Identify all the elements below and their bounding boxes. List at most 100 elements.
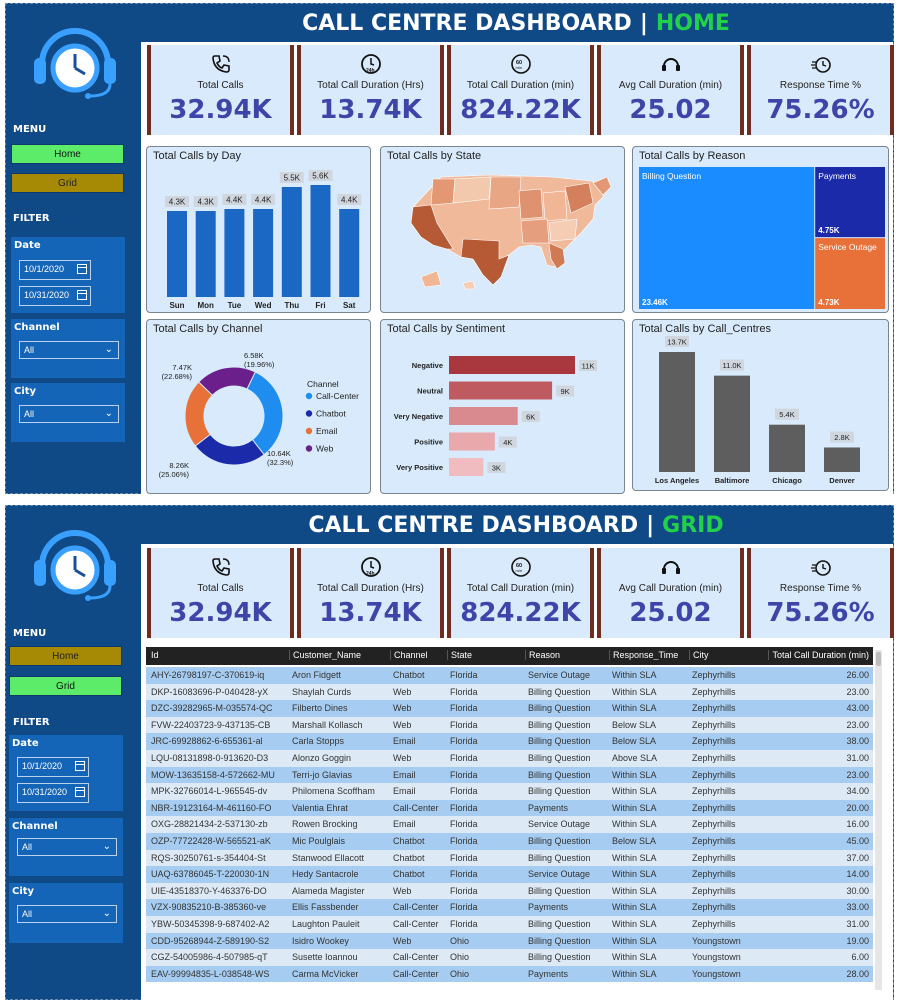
table-row[interactable]: AHY-26798197-C-370619-iq Aron Fidgett Chat…	[146, 667, 873, 684]
column-header[interactable]: Id	[151, 650, 159, 660]
calls-by-centre-chart: 13.7K Los Angeles 11.0K Baltimore 5.4K Chicag…	[655, 336, 860, 485]
calendar-icon[interactable]	[75, 761, 85, 771]
table-cell: Service Outage	[528, 819, 591, 830]
filter-label: FILTER	[13, 213, 50, 224]
kpi-icon-wrap	[751, 53, 890, 73]
table-cell: Mic Poulglais	[292, 836, 346, 846]
table-row[interactable]: MPK-32766014-L-965545-dv Philomena Scoffh…	[146, 783, 873, 800]
calendar-icon[interactable]	[77, 264, 87, 274]
table-cell: Within SLA	[612, 869, 657, 880]
centre-bar[interactable]	[659, 352, 695, 472]
nav-grid-button[interactable]: Grid	[9, 676, 122, 696]
city-select[interactable]: All ⌄	[17, 905, 117, 923]
centre-bar[interactable]	[824, 447, 860, 472]
table-row[interactable]: VZX-90835210-B-385360-ve Ellis Fassbender…	[146, 899, 873, 916]
table-cell: Florida	[450, 836, 478, 846]
table-cell: 28.00	[846, 968, 869, 979]
channel-select[interactable]: All ⌄	[17, 838, 117, 856]
day-bar[interactable]	[339, 209, 360, 297]
data-label: 11K	[582, 362, 595, 371]
table-row[interactable]: DKP-16083696-P-040428-yX Shaylah Curds Web…	[146, 683, 873, 701]
table-cell: 43.00	[846, 703, 869, 714]
kpi-value: 824.22K	[460, 95, 581, 125]
table-row[interactable]: FVW-22403723-9-437135-CB Marshall Kollasc…	[146, 716, 873, 734]
calendar-icon[interactable]	[77, 290, 87, 300]
sentiment-bar[interactable]	[449, 407, 518, 425]
table-cell: Within SLA	[612, 786, 657, 797]
column-header[interactable]: Response_Time	[609, 650, 678, 660]
table-row[interactable]: YBW-50345398-9-687402-A2 Laughton Pauleit…	[146, 916, 873, 933]
nav-home-button[interactable]: Home	[9, 646, 122, 666]
legend-item[interactable]: Chatbot	[316, 409, 346, 419]
column-header[interactable]: Total Call Duration (min)	[768, 650, 869, 660]
table-cell: Web	[393, 703, 412, 714]
day-bar[interactable]	[253, 209, 274, 297]
day-bar[interactable]	[281, 187, 302, 297]
table-row[interactable]: UIE-43518370-Y-463376-DO Alameda Magister…	[146, 882, 873, 900]
table-cell: Ellis Fassbender	[292, 902, 359, 913]
table-row[interactable]: EAV-99994835-L-038548-WS Carma McVicker Ca…	[146, 965, 873, 983]
channel-select[interactable]: All ⌄	[19, 341, 119, 359]
table-row[interactable]: DZC-39282965-M-035574-QC Filberto Dines We…	[146, 700, 873, 717]
sentiment-bar[interactable]	[449, 356, 575, 374]
column-header[interactable]: Reason	[525, 650, 560, 660]
table-row[interactable]: LQU-08131898-0-913620-D3 Alonzo Goggin Web…	[146, 750, 873, 767]
table-cell: Chatbot	[393, 670, 425, 680]
day-bar[interactable]	[167, 211, 187, 297]
sentiment-bar[interactable]	[449, 381, 553, 400]
slice-pct-label: (19.96%)	[244, 360, 275, 369]
city-filter: City All ⌄	[11, 383, 125, 442]
table-row[interactable]: NBR-19123164-M-461160-FO Valentia Ehrat Ca…	[146, 799, 873, 817]
column-header[interactable]: State	[447, 650, 472, 660]
table-row[interactable]: OXG-28821434-2-537130-zb Rowen Brocking Em…	[146, 816, 873, 833]
legend-item[interactable]: Email	[316, 426, 337, 436]
city-select[interactable]: All ⌄	[19, 405, 119, 423]
table-row[interactable]: JRC-69928862-6-655361-al Carla Stopps Emai…	[146, 733, 873, 750]
date-from-value: 10/1/2020	[22, 761, 63, 771]
table-cell: Zephyrhills	[692, 769, 736, 780]
kpi-value: 25.02	[629, 95, 712, 125]
date-from-input[interactable]: 10/1/2020	[19, 260, 91, 280]
date-to-input[interactable]: 10/31/2020	[17, 783, 89, 803]
kpi-label: Response Time %	[779, 80, 862, 91]
table-row[interactable]: RQS-30250761-s-354404-St Stanwood Ellacot…	[146, 849, 873, 867]
kpi-value: 824.22K	[460, 598, 581, 628]
centre-bar[interactable]	[714, 375, 750, 472]
table-cell: Billing Question	[528, 919, 591, 929]
table-row[interactable]: MOW-13635158-4-572662-MU Terri-jo Glavias…	[146, 766, 873, 784]
centre-bar[interactable]	[769, 424, 805, 472]
column-header[interactable]: Customer_Name	[289, 650, 361, 660]
headset-clock-logo-icon	[34, 28, 116, 99]
page-title: CALL CENTRE DASHBOARD | HOME	[139, 4, 893, 42]
scrollbar-thumb[interactable]	[876, 652, 881, 666]
sentiment-bar[interactable]	[449, 458, 484, 476]
day-bar[interactable]	[195, 211, 216, 297]
filter-label: FILTER	[13, 717, 50, 728]
nav-grid-button[interactable]: Grid	[11, 173, 124, 193]
date-from-input[interactable]: 10/1/2020	[17, 757, 89, 777]
table-row[interactable]: CGZ-54005986-4-507985-qT Susette Ioannou C…	[146, 949, 873, 966]
kpi-label: Total Call Duration (min)	[466, 583, 575, 594]
table-cell: Zephyrhills	[692, 753, 736, 763]
day-bar[interactable]	[310, 185, 331, 297]
kpi-icon-wrap: 60 min	[451, 556, 590, 577]
day-bar[interactable]	[224, 209, 245, 297]
us-state-map	[410, 174, 612, 290]
channel-filter-label: Channel	[12, 821, 58, 832]
table-cell: Carma McVicker	[292, 968, 359, 979]
legend-item[interactable]: Call-Center	[316, 391, 359, 401]
table-row[interactable]: CDD-95268944-Z-589190-S2 Isidro Wookey Web…	[146, 932, 873, 950]
column-header[interactable]: City	[689, 650, 709, 660]
table-row[interactable]: OZP-77722428-W-565521-aK Mic Poulglais Cha…	[146, 833, 873, 850]
column-header[interactable]: Channel	[390, 650, 428, 660]
nav-home-button[interactable]: Home	[11, 144, 124, 164]
calendar-icon[interactable]	[75, 787, 85, 797]
table-cell: Payments	[528, 968, 569, 979]
grid-scrollbar[interactable]	[875, 650, 882, 990]
sentiment-bar[interactable]	[449, 432, 495, 451]
legend-item[interactable]: Web	[316, 444, 334, 454]
table-row[interactable]: UAQ-63786045-T-220030-1N Hedy Santacrole C…	[146, 866, 873, 883]
treemap-cell[interactable]	[639, 167, 815, 309]
data-label: 4.4K	[255, 196, 272, 205]
date-to-input[interactable]: 10/31/2020	[19, 286, 91, 306]
